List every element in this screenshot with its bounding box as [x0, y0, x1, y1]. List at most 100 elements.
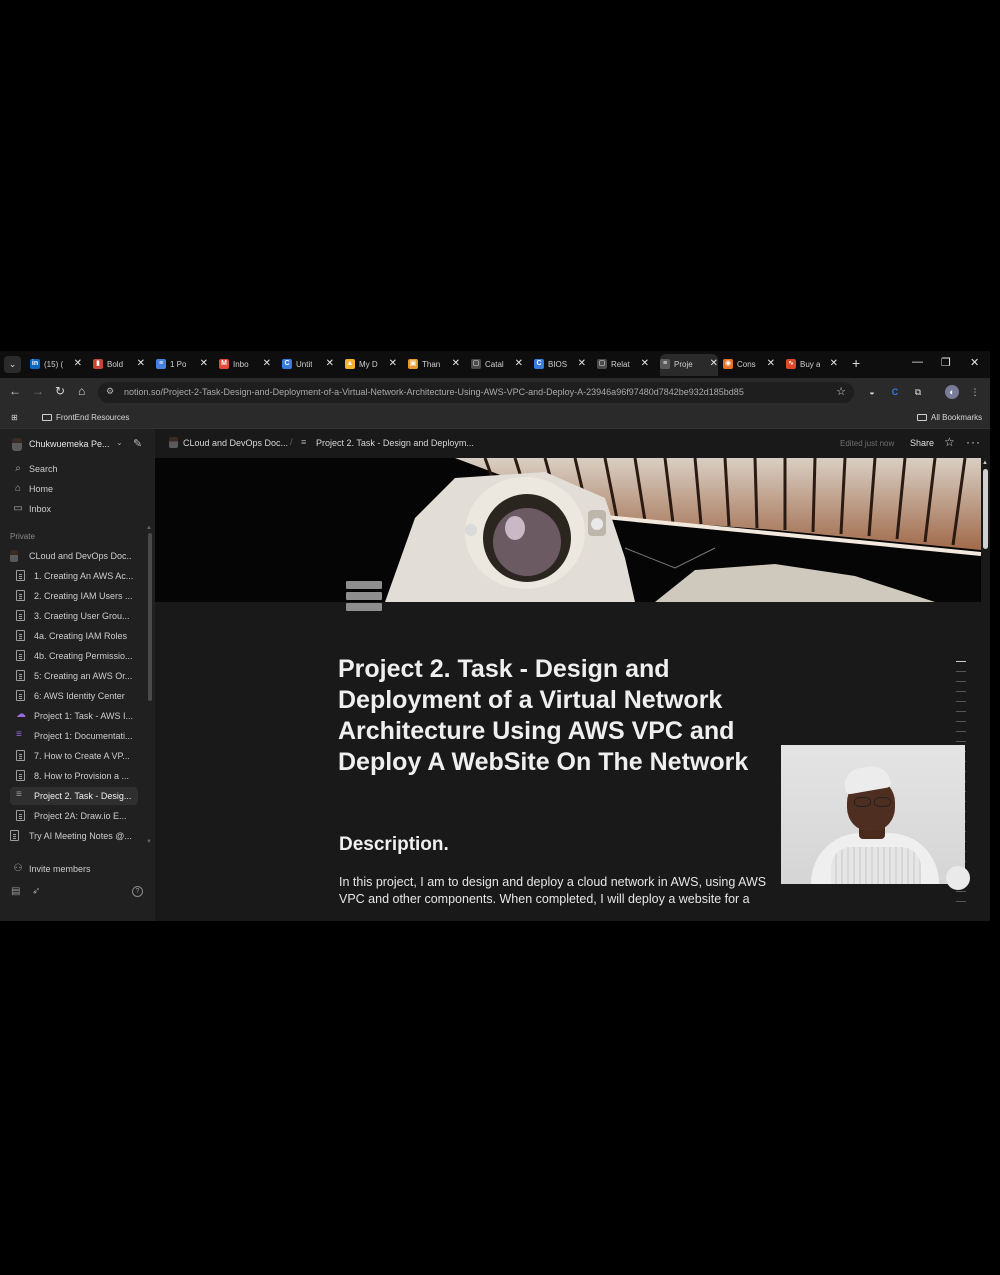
calendar-icon[interactable]: ▤: [11, 886, 20, 897]
sidebar-page-item[interactable]: Project 2A: Draw.io E...: [10, 807, 138, 825]
sidebar-scrollbar[interactable]: [148, 533, 152, 701]
close-tab-icon[interactable]: ✕: [830, 358, 838, 369]
sidebar-page-item[interactable]: 3. Craeting User Grou...: [10, 607, 138, 625]
incognito-icon[interactable]: ◒: [865, 385, 879, 399]
close-tab-icon[interactable]: ✕: [389, 358, 397, 369]
url-text[interactable]: notion.so/Project-2-Task-Design-and-Depl…: [124, 387, 824, 397]
c-extension-icon[interactable]: C: [888, 385, 902, 399]
document-icon: [16, 650, 25, 661]
sidebar-item-home[interactable]: ⌂ Home: [10, 481, 148, 499]
browser-tab[interactable]: ▢ Relat ✕: [597, 354, 649, 376]
browser-tab[interactable]: C BIOS ✕: [534, 354, 586, 376]
bookmark-icon: ▮: [93, 359, 103, 369]
minimize-icon[interactable]: —: [912, 356, 923, 368]
close-tab-icon[interactable]: ✕: [515, 358, 523, 369]
browser-menu-icon[interactable]: ⋮: [968, 385, 982, 399]
chevron-down-icon[interactable]: ⌄: [116, 438, 123, 447]
sidebar-page-item[interactable]: 2. Creating IAM Users ...: [10, 587, 138, 605]
close-tab-icon[interactable]: ✕: [74, 358, 82, 369]
home-icon[interactable]: ⌂: [78, 384, 85, 398]
sidebar-item-inbox[interactable]: ▭ Inbox: [10, 501, 148, 519]
browser-tab[interactable]: ≡ 1 Po ✕: [156, 354, 208, 376]
sidebar-page-item[interactable]: 5: Creating an AWS Or...: [10, 667, 138, 685]
address-bar[interactable]: ⚙ notion.so/Project-2-Task-Design-and-De…: [98, 382, 854, 403]
cover-image: [155, 458, 981, 602]
close-tab-icon[interactable]: ✕: [641, 358, 649, 369]
sidebar-item-search[interactable]: ⌕ Search: [10, 461, 148, 479]
tab-label: Catal: [485, 360, 504, 369]
invite-members-button[interactable]: ⚇ Invite members: [10, 861, 148, 879]
forward-icon[interactable]: →: [32, 384, 44, 398]
document-icon: [16, 690, 25, 701]
sidebar-page-item[interactable]: 7. How to Create A VP...: [10, 747, 138, 765]
sidebar-page-item[interactable]: ≡ Project 1: Documentati...: [10, 727, 138, 745]
new-page-icon[interactable]: ✎: [133, 437, 142, 450]
close-tab-icon[interactable]: ✕: [767, 358, 775, 369]
page-title[interactable]: Project 2. Task - Design and Deployment …: [338, 654, 778, 778]
sidebar-page-item[interactable]: ≡ Project 2. Task - Desig...: [10, 787, 138, 805]
close-tab-icon[interactable]: ✕: [326, 358, 334, 369]
new-tab-button[interactable]: +: [852, 355, 860, 371]
reload-icon[interactable]: ↻: [55, 384, 65, 398]
browser-tab[interactable]: ≡ Proje ✕: [660, 354, 718, 376]
browser-tab[interactable]: ◉ Cons ✕: [723, 354, 775, 376]
document-icon: [16, 610, 25, 621]
workspace-name: Chukwuemeka Pe...: [29, 439, 110, 449]
close-tab-icon[interactable]: ✕: [200, 358, 208, 369]
sidebar-page-item[interactable]: Try AI Meeting Notes @...: [4, 827, 132, 845]
sidebar-page-item[interactable]: 6: AWS Identity Center: [10, 687, 138, 705]
tab-label: Than: [422, 360, 441, 369]
sidebar-page-item[interactable]: 8. How to Provision a ...: [10, 767, 138, 785]
apps-grid-icon[interactable]: ⊞: [11, 413, 18, 422]
all-bookmarks[interactable]: All Bookmarks: [917, 413, 982, 422]
site-info-icon[interactable]: ⚙: [106, 386, 114, 397]
description-paragraph[interactable]: In this project, I am to design and depl…: [339, 874, 787, 908]
tab-search-button[interactable]: ⌄: [4, 356, 21, 373]
sidebar-page-item[interactable]: 4a. Creating IAM Roles: [10, 627, 138, 645]
breadcrumb-current[interactable]: Project 2. Task - Design and Deploym...: [316, 438, 474, 448]
sidebar-page-item[interactable]: CLoud and DevOps Doc...: [4, 547, 132, 565]
help-icon[interactable]: ?: [132, 886, 143, 897]
page-scrollbar[interactable]: [983, 469, 988, 549]
back-icon[interactable]: ←: [9, 384, 21, 398]
scroll-down-icon[interactable]: ▼: [146, 839, 152, 845]
close-tab-icon[interactable]: ✕: [263, 358, 271, 369]
favorite-star-icon[interactable]: ☆: [944, 435, 955, 449]
tab-label: Proje: [674, 360, 693, 369]
more-options-icon[interactable]: ···: [966, 435, 981, 449]
close-window-icon[interactable]: ✕: [970, 356, 979, 369]
scroll-up-icon[interactable]: ▲: [146, 525, 152, 531]
close-tab-icon[interactable]: ✕: [578, 358, 586, 369]
browser-tab[interactable]: M Inbo ✕: [219, 354, 271, 376]
breadcrumb-parent[interactable]: CLoud and DevOps Doc...: [183, 438, 288, 448]
browser-tab[interactable]: ∿ Buy a ✕: [786, 354, 838, 376]
browser-tab[interactable]: C Untit ✕: [282, 354, 334, 376]
browser-tab[interactable]: in (15) (✕: [30, 354, 82, 376]
share-button[interactable]: Share: [910, 438, 934, 448]
browser-tab[interactable]: ▲ My D ✕: [345, 354, 397, 376]
bookmark-frontend-resources[interactable]: FrontEnd Resources: [42, 413, 129, 422]
sidebar-page-item[interactable]: 1. Creating An AWS Ac...: [10, 567, 138, 585]
browser-tab[interactable]: ▢ Catal ✕: [471, 354, 523, 376]
close-tab-icon[interactable]: ✕: [452, 358, 460, 369]
workspace-switcher[interactable]: Chukwuemeka Pe... ⌄ ✎: [10, 437, 148, 455]
webcam-control-button[interactable]: [946, 866, 970, 890]
browser-tab[interactable]: ▣ Than ✕: [408, 354, 460, 376]
extensions-icon[interactable]: ⧉: [911, 385, 925, 399]
section-heading[interactable]: Description.: [339, 834, 449, 856]
profile-avatar[interactable]: ◐: [945, 385, 959, 399]
page-list-icon[interactable]: [346, 581, 382, 617]
sidebar-page-item[interactable]: ☁ Project 1: Task - AWS I...: [10, 707, 138, 725]
close-tab-icon[interactable]: ✕: [710, 358, 718, 369]
avatar: [10, 550, 18, 562]
scroll-up-icon[interactable]: ▲: [982, 460, 988, 466]
tab-label: BIOS: [548, 360, 568, 369]
document-icon: [16, 750, 25, 761]
close-tab-icon[interactable]: ✕: [137, 358, 145, 369]
restore-icon[interactable]: ❐: [941, 356, 951, 369]
send-icon[interactable]: ➶: [32, 886, 40, 897]
browser-tab[interactable]: ▮ Bold ✕: [93, 354, 145, 376]
avatar: [169, 437, 178, 448]
sidebar-page-item[interactable]: 4b. Creating Permissio...: [10, 647, 138, 665]
bookmark-star-icon[interactable]: ☆: [836, 385, 846, 398]
